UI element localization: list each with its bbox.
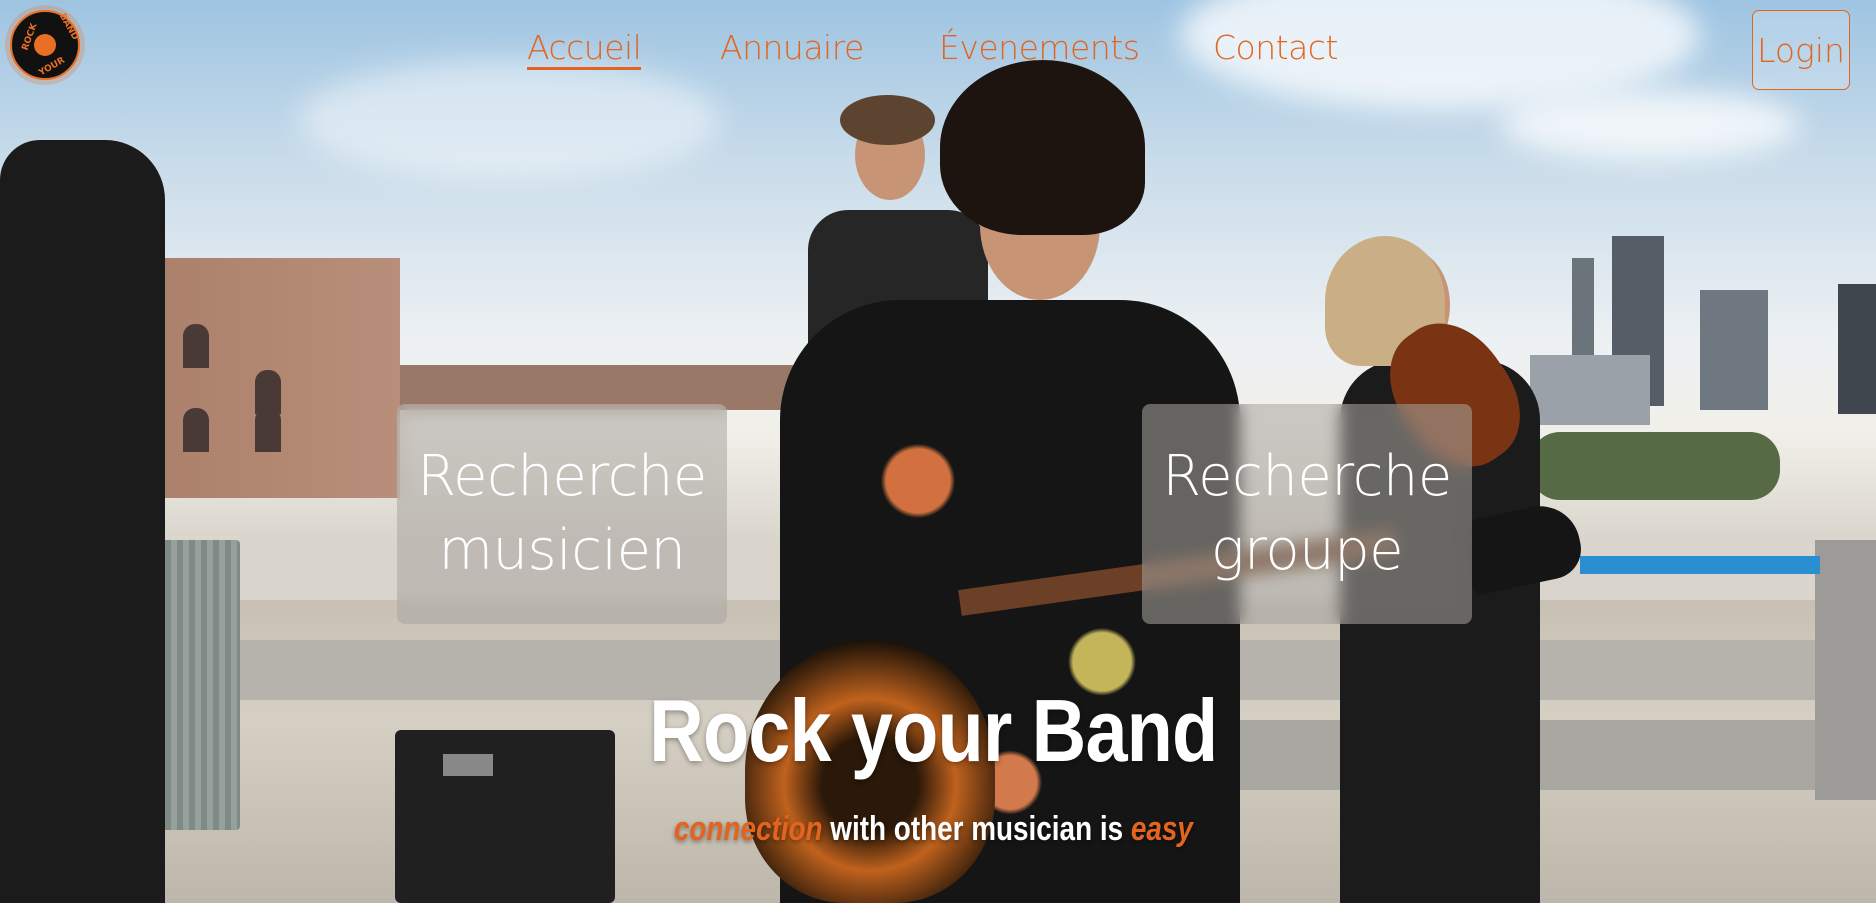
skyscraper (1700, 290, 1768, 410)
tagline-accent-connection: connection (673, 810, 823, 848)
guitarist-hair (940, 60, 1145, 235)
window (255, 408, 281, 452)
building (1530, 355, 1650, 425)
musician-left (0, 140, 165, 903)
card-line: musicien (438, 518, 686, 583)
trees (1530, 432, 1780, 500)
card-line: Recherche (1162, 444, 1452, 509)
nav-link-accueil[interactable]: Accueil (527, 28, 642, 70)
skyscraper (1838, 284, 1876, 414)
musician-hair (840, 95, 935, 145)
search-group-card[interactable]: Recherche groupe (1142, 404, 1472, 624)
wall (1815, 540, 1876, 800)
card-line: groupe (1210, 518, 1404, 583)
login-button[interactable]: Login (1752, 10, 1850, 90)
hero-title: Rock your Band (649, 681, 1218, 780)
nav-link-annuaire[interactable]: Annuaire (720, 28, 864, 67)
tagline-accent-easy: easy (1130, 810, 1193, 848)
window (183, 408, 209, 452)
cloud (1500, 90, 1800, 160)
nav-link-evenements[interactable]: Évenements (939, 28, 1140, 67)
search-musician-card[interactable]: Recherche musicien (397, 404, 727, 624)
card-line: Recherche (417, 444, 707, 509)
pool (1580, 556, 1820, 574)
window (183, 324, 209, 368)
nav-link-contact[interactable]: Contact (1213, 28, 1338, 67)
hero-tagline: connection with other musician is easy (168, 810, 1698, 849)
main-nav: Accueil Annuaire Évenements Contact (0, 28, 1876, 78)
tagline-middle: with other musician is (830, 810, 1124, 848)
cloud (300, 60, 720, 180)
